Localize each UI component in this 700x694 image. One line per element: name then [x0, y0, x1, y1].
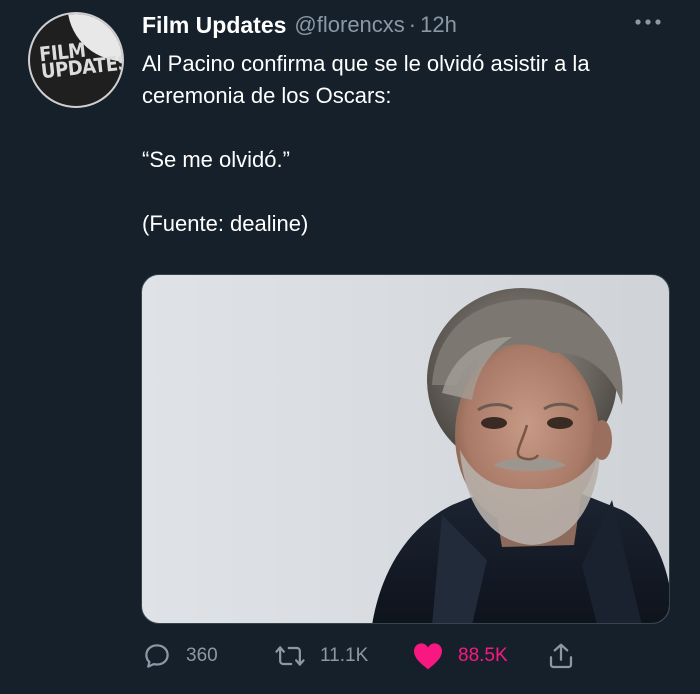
tweet-card[interactable]: FILM UPDATES Film Updates @florencxs · 1…: [0, 0, 700, 694]
like-button[interactable]: 88.5K: [412, 636, 508, 676]
avatar-logo: FILM UPDATES: [38, 38, 124, 84]
author-name[interactable]: Film Updates: [142, 12, 286, 39]
more-dots-icon: [635, 19, 661, 25]
retweet-button[interactable]: 11.1K: [274, 636, 368, 676]
share-icon: [549, 643, 573, 669]
like-count: 88.5K: [458, 645, 508, 666]
reply-icon: [145, 644, 169, 668]
reply-count: 360: [186, 645, 218, 666]
tweet-text-source: (Fuente: dealine): [142, 211, 309, 236]
tweet-text-main: Al Pacino confirma que se le olvidó asis…: [142, 51, 590, 108]
author-handle[interactable]: @florencxs: [294, 12, 404, 38]
tweet-text: Al Pacino confirma que se le olvidó asis…: [142, 48, 672, 240]
tweet-text-quote: “Se me olvidó.”: [142, 147, 290, 172]
reply-button[interactable]: 360: [142, 636, 218, 676]
retweet-icon: [275, 646, 305, 666]
heart-icon: [414, 643, 442, 670]
avatar[interactable]: FILM UPDATES: [28, 12, 124, 108]
retweet-count: 11.1K: [320, 645, 369, 666]
tweet-actions: 360 11.1K 88.5K: [142, 636, 672, 676]
tweet-timestamp[interactable]: 12h: [420, 12, 457, 38]
more-options-button[interactable]: [628, 10, 668, 34]
share-button[interactable]: [546, 636, 576, 676]
tweet-header: Film Updates @florencxs · 12h: [142, 8, 457, 42]
avatar-logo-line2: UPDATES: [39, 50, 124, 84]
separator-dot: ·: [408, 12, 417, 37]
portrait-photo: [372, 288, 669, 623]
tweet-media-photo[interactable]: [141, 274, 670, 624]
